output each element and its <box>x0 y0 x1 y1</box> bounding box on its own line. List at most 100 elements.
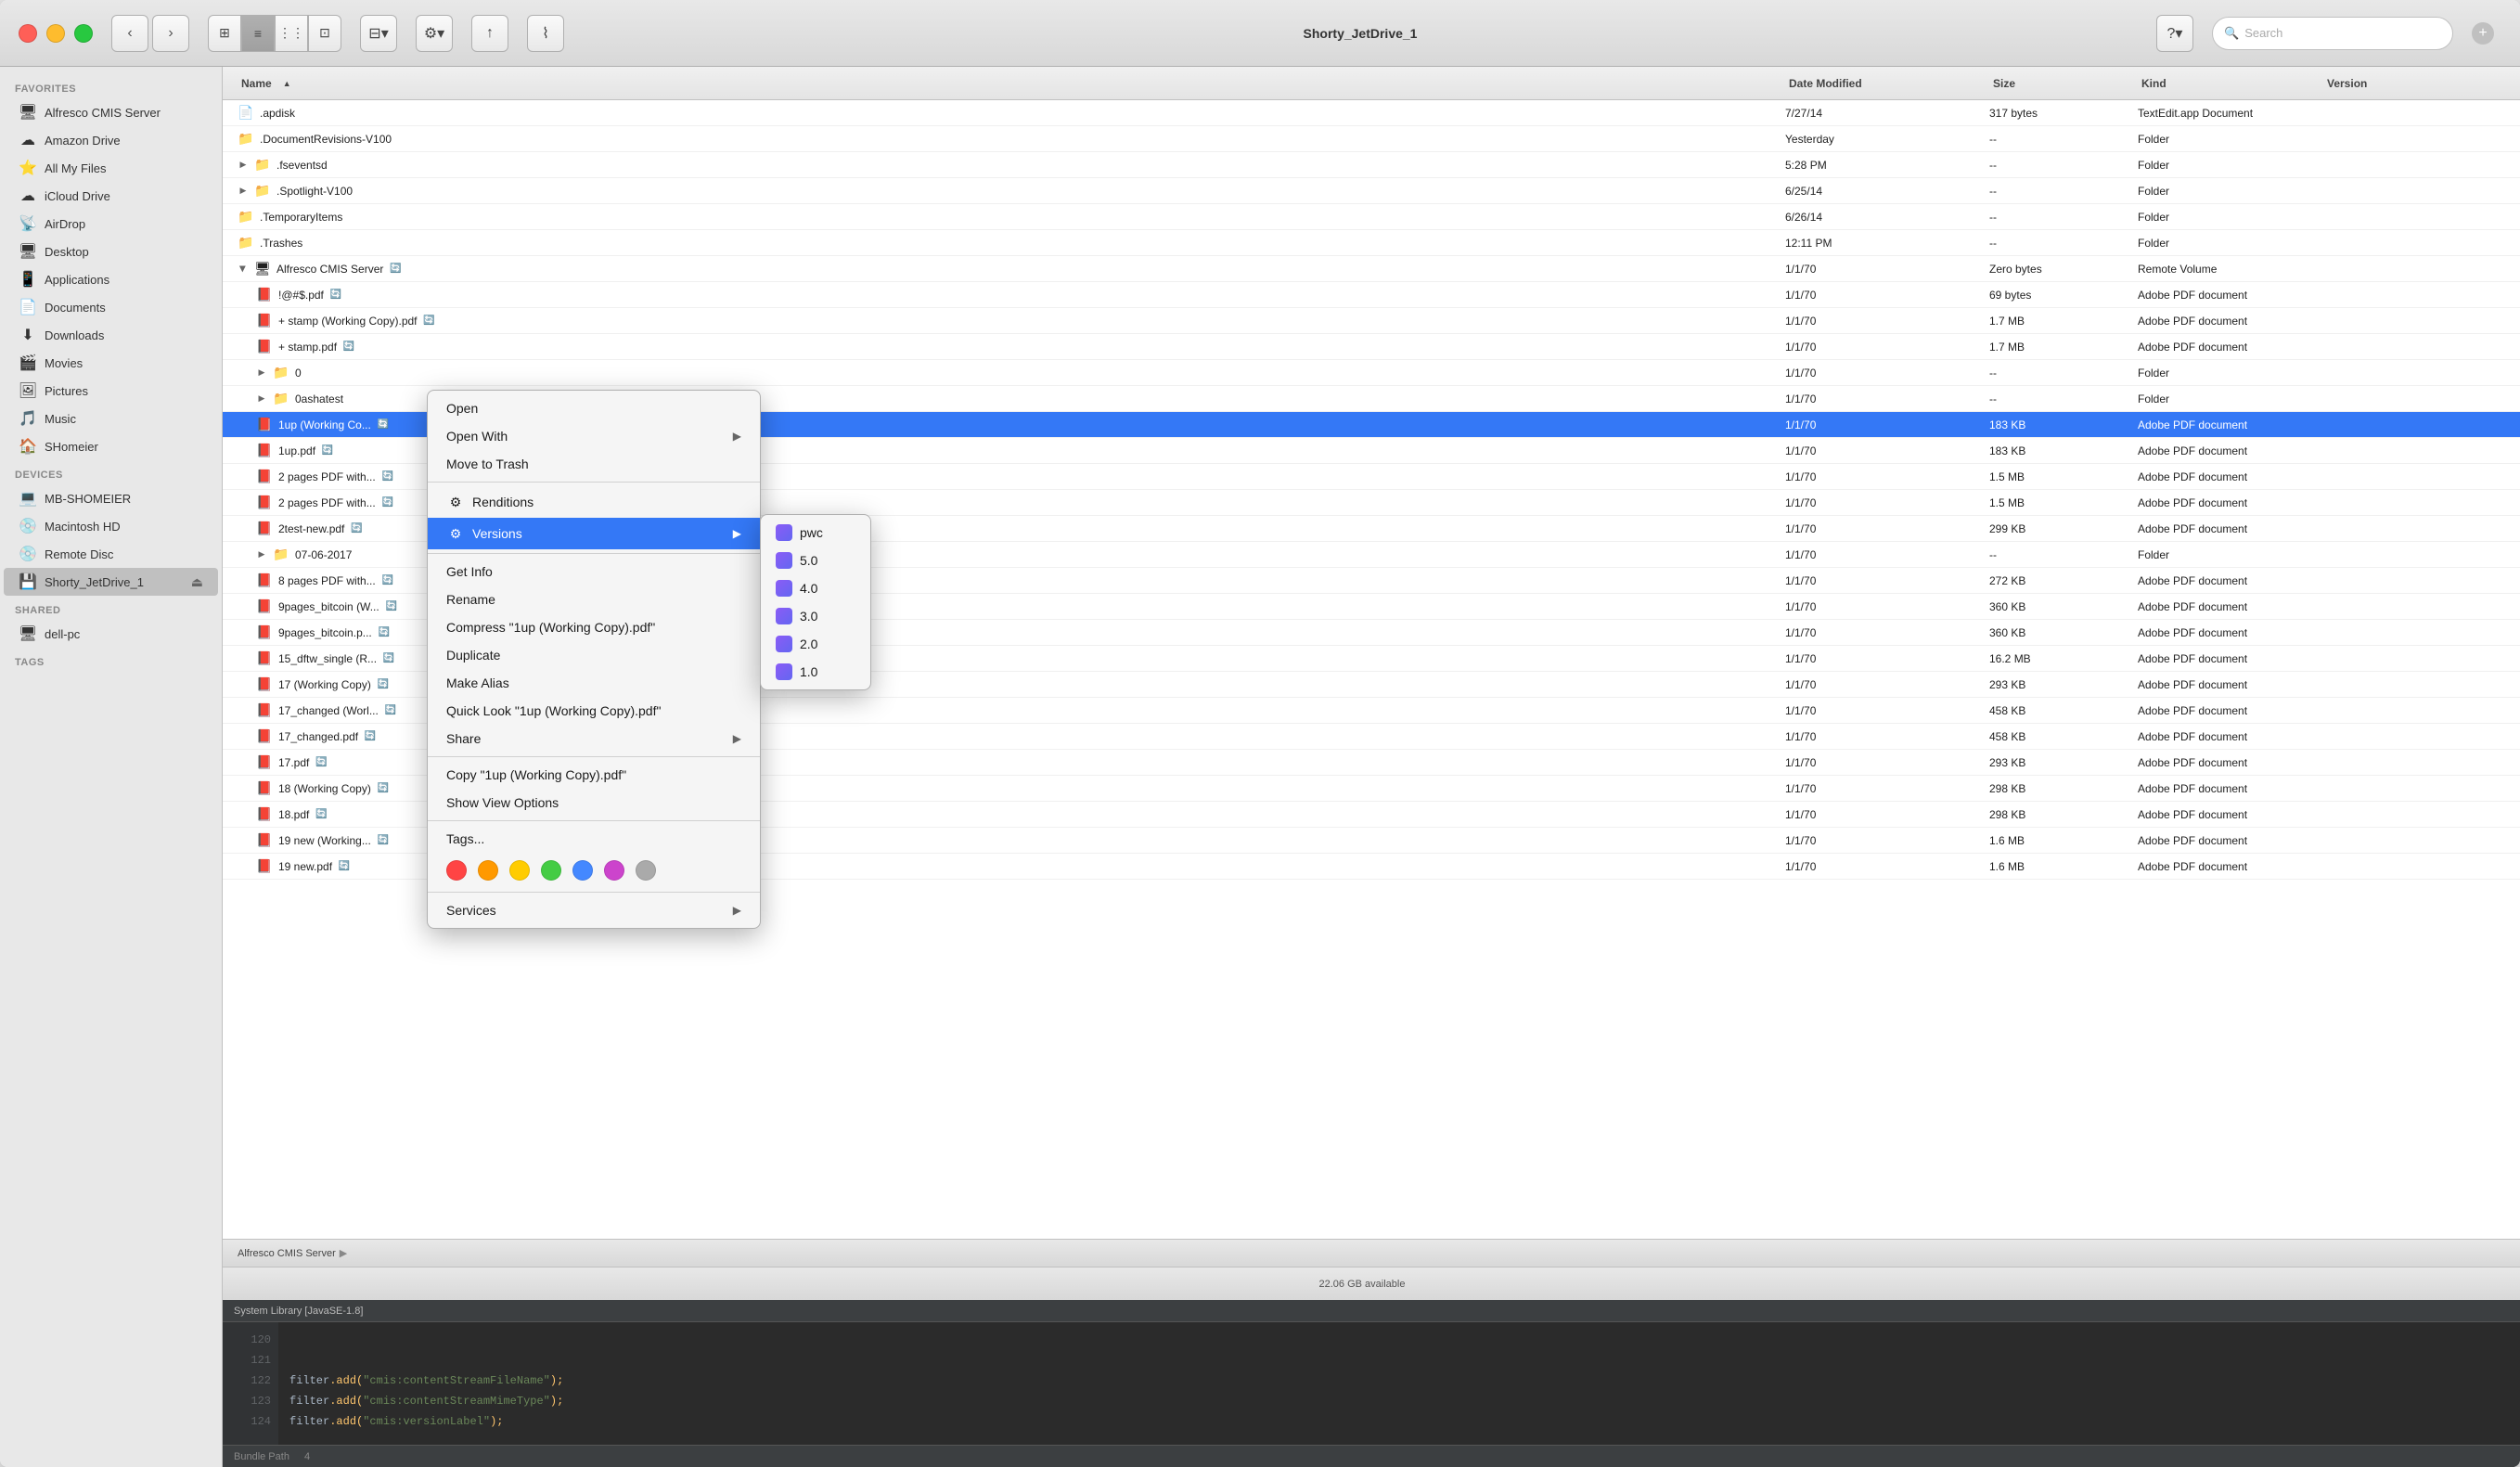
color-tag-blue[interactable] <box>572 860 593 881</box>
forward-button[interactable]: › <box>152 15 189 52</box>
table-row[interactable]: ▶ 📁 .fseventsd 5:28 PM -- Folder <box>223 152 2520 178</box>
col-header-size[interactable]: Size <box>1989 77 2138 90</box>
table-row[interactable]: 📕 + stamp (Working Copy).pdf 🔄 1/1/70 1.… <box>223 308 2520 334</box>
sidebar-item-dell-pc[interactable]: 🖥 dell-pc <box>4 620 218 648</box>
sidebar-item-documents[interactable]: 📄 Documents <box>4 293 218 321</box>
table-row[interactable]: ▶ 🖥 Alfresco CMIS Server 🔄 1/1/70 Zero b… <box>223 256 2520 282</box>
table-row[interactable]: 📕 + stamp.pdf 🔄 1/1/70 1.7 MB Adobe PDF … <box>223 334 2520 360</box>
sync-icon: 🔄 <box>377 678 390 691</box>
disclosure-triangle-icon[interactable]: ▶ <box>256 367 267 379</box>
link-button[interactable]: ⌇ <box>527 15 564 52</box>
menu-item-rename[interactable]: Rename <box>428 586 760 613</box>
view-columns-button[interactable]: ⋮⋮ <box>275 15 308 52</box>
sidebar-item-music[interactable]: 🎵 Music <box>4 405 218 432</box>
sidebar-item-alfresco[interactable]: 🖥 Alfresco CMIS Server <box>4 98 218 126</box>
color-tag-yellow[interactable] <box>509 860 530 881</box>
shorty-icon: 💾 <box>19 573 37 591</box>
table-row[interactable]: 📁 .Trashes 12:11 PM -- Folder <box>223 230 2520 256</box>
sidebar-item-icloud[interactable]: ☁ iCloud Drive <box>4 182 218 210</box>
breadcrumb: Alfresco CMIS Server ▶ <box>223 1239 2520 1267</box>
sidebar-item-remote-disc[interactable]: 💿 Remote Disc <box>4 540 218 568</box>
col-header-kind[interactable]: Kind <box>2138 77 2323 90</box>
color-tag-orange[interactable] <box>478 860 498 881</box>
sidebar-item-all-my-files[interactable]: ⭐ All My Files <box>4 154 218 182</box>
menu-item-move-to-trash[interactable]: Move to Trash <box>428 450 760 478</box>
menu-item-get-info[interactable]: Get Info <box>428 558 760 586</box>
disclosure-triangle-icon[interactable]: ▶ <box>256 549 267 560</box>
menu-item-compress[interactable]: Compress "1up (Working Copy).pdf" <box>428 613 760 641</box>
sidebar-item-macintosh-hd[interactable]: 💿 Macintosh HD <box>4 512 218 540</box>
menu-item-open-with[interactable]: Open With ▶ <box>428 422 760 450</box>
tags-section-label: Tags <box>0 648 222 672</box>
disclosure-triangle-icon[interactable]: ▶ <box>256 393 267 405</box>
version-item-5[interactable]: 5.0 <box>761 547 870 574</box>
sidebar-item-downloads[interactable]: ⬇ Downloads <box>4 321 218 349</box>
close-button[interactable] <box>19 24 37 43</box>
menu-item-make-alias[interactable]: Make Alias <box>428 669 760 697</box>
menu-item-duplicate[interactable]: Duplicate <box>428 641 760 669</box>
share-button[interactable]: ↑ <box>471 15 508 52</box>
gallery-view-button[interactable]: ⊟▾ <box>360 15 397 52</box>
table-row[interactable]: 📁 .DocumentRevisions-V100 Yesterday -- F… <box>223 126 2520 152</box>
search-box[interactable]: 🔍 Search <box>2212 17 2453 50</box>
version-item-3[interactable]: 3.0 <box>761 602 870 630</box>
table-row[interactable]: 📁 .TemporaryItems 6/26/14 -- Folder <box>223 204 2520 230</box>
col-header-version[interactable]: Version <box>2323 77 2509 90</box>
back-button[interactable]: ‹ <box>111 15 148 52</box>
menu-item-copy-name[interactable]: Copy "1up (Working Copy).pdf" <box>428 761 760 789</box>
sync-icon: 🔄 <box>385 600 398 613</box>
sidebar-item-airdrop[interactable]: 📡 AirDrop <box>4 210 218 238</box>
code-content[interactable]: filter .add( "cmis:contentStreamFileName… <box>278 1322 2520 1445</box>
color-tag-red[interactable] <box>446 860 467 881</box>
menu-item-renditions[interactable]: ⚙ Renditions <box>428 486 760 518</box>
color-tag-purple[interactable] <box>604 860 624 881</box>
sidebar-item-movies[interactable]: 🎬 Movies <box>4 349 218 377</box>
action-button[interactable]: ⚙▾ <box>416 15 453 52</box>
sidebar-item-desktop[interactable]: 🖥 Desktop <box>4 238 218 265</box>
file-kind: Folder <box>2138 211 2323 224</box>
disclosure-triangle-icon[interactable]: ▶ <box>238 160 249 171</box>
version-item-4[interactable]: 4.0 <box>761 574 870 602</box>
sidebar-item-amazon[interactable]: ☁ Amazon Drive <box>4 126 218 154</box>
sidebar-item-shorty-jetdrive[interactable]: 💾 Shorty_JetDrive_1 ⏏ <box>4 568 218 596</box>
eject-button[interactable]: ⏏ <box>191 574 203 590</box>
color-tag-green[interactable] <box>541 860 561 881</box>
file-size: -- <box>1989 133 2138 146</box>
view-icon-button[interactable]: ⊞ <box>208 15 241 52</box>
disclosure-triangle-icon[interactable]: ▶ <box>238 186 249 197</box>
menu-item-versions[interactable]: ⚙ Versions ▶ pwc 5.0 4.0 3.0 2.0 <box>428 518 760 549</box>
menu-item-tags[interactable]: Tags... <box>428 825 760 853</box>
menu-item-open[interactable]: Open <box>428 394 760 422</box>
table-row[interactable]: ▶ 📁 .Spotlight-V100 6/25/14 -- Folder <box>223 178 2520 204</box>
sync-icon: 🔄 <box>381 496 394 509</box>
version-item-pwc[interactable]: pwc <box>761 519 870 547</box>
disclosure-triangle-icon[interactable]: ▶ <box>238 264 249 275</box>
col-header-name[interactable]: Name ▲ <box>234 77 1785 90</box>
menu-item-quick-look[interactable]: Quick Look "1up (Working Copy).pdf" <box>428 697 760 725</box>
table-row[interactable]: ▶ 📁 0 1/1/70 -- Folder <box>223 360 2520 386</box>
menu-item-show-view-options[interactable]: Show View Options <box>428 789 760 817</box>
sidebar-item-shomeier[interactable]: 🏠 SHomeier <box>4 432 218 460</box>
add-tab-button[interactable]: + <box>2472 22 2494 45</box>
view-cover-button[interactable]: ⊡ <box>308 15 341 52</box>
file-name-label: .TemporaryItems <box>260 211 342 224</box>
col-header-date[interactable]: Date Modified <box>1785 77 1989 90</box>
menu-item-services[interactable]: Services ▶ <box>428 896 760 924</box>
table-row[interactable]: 📄 .apdisk 7/27/14 317 bytes TextEdit.app… <box>223 100 2520 126</box>
pdf-icon: 📕 <box>256 521 273 537</box>
breadcrumb-alfresco[interactable]: Alfresco CMIS Server <box>238 1248 336 1259</box>
sidebar-item-applications[interactable]: 📱 Applications <box>4 265 218 293</box>
sidebar-item-pictures[interactable]: 🖼 Pictures <box>4 377 218 405</box>
table-row[interactable]: 📕 !@#$.pdf 🔄 1/1/70 69 bytes Adobe PDF d… <box>223 282 2520 308</box>
version-item-2[interactable]: 2.0 <box>761 630 870 658</box>
menu-item-share[interactable]: Share ▶ <box>428 725 760 753</box>
color-tag-gray[interactable] <box>636 860 656 881</box>
minimize-button[interactable] <box>46 24 65 43</box>
help-button[interactable]: ?▾ <box>2156 15 2193 52</box>
sidebar-item-mb-shomeier[interactable]: 💻 MB-SHOMEIER <box>4 484 218 512</box>
make-alias-label: Make Alias <box>446 676 509 690</box>
maximize-button[interactable] <box>74 24 93 43</box>
version-item-1[interactable]: 1.0 <box>761 658 870 686</box>
file-size: 360 KB <box>1989 600 2138 613</box>
view-list-button[interactable]: ≡ <box>241 15 275 52</box>
